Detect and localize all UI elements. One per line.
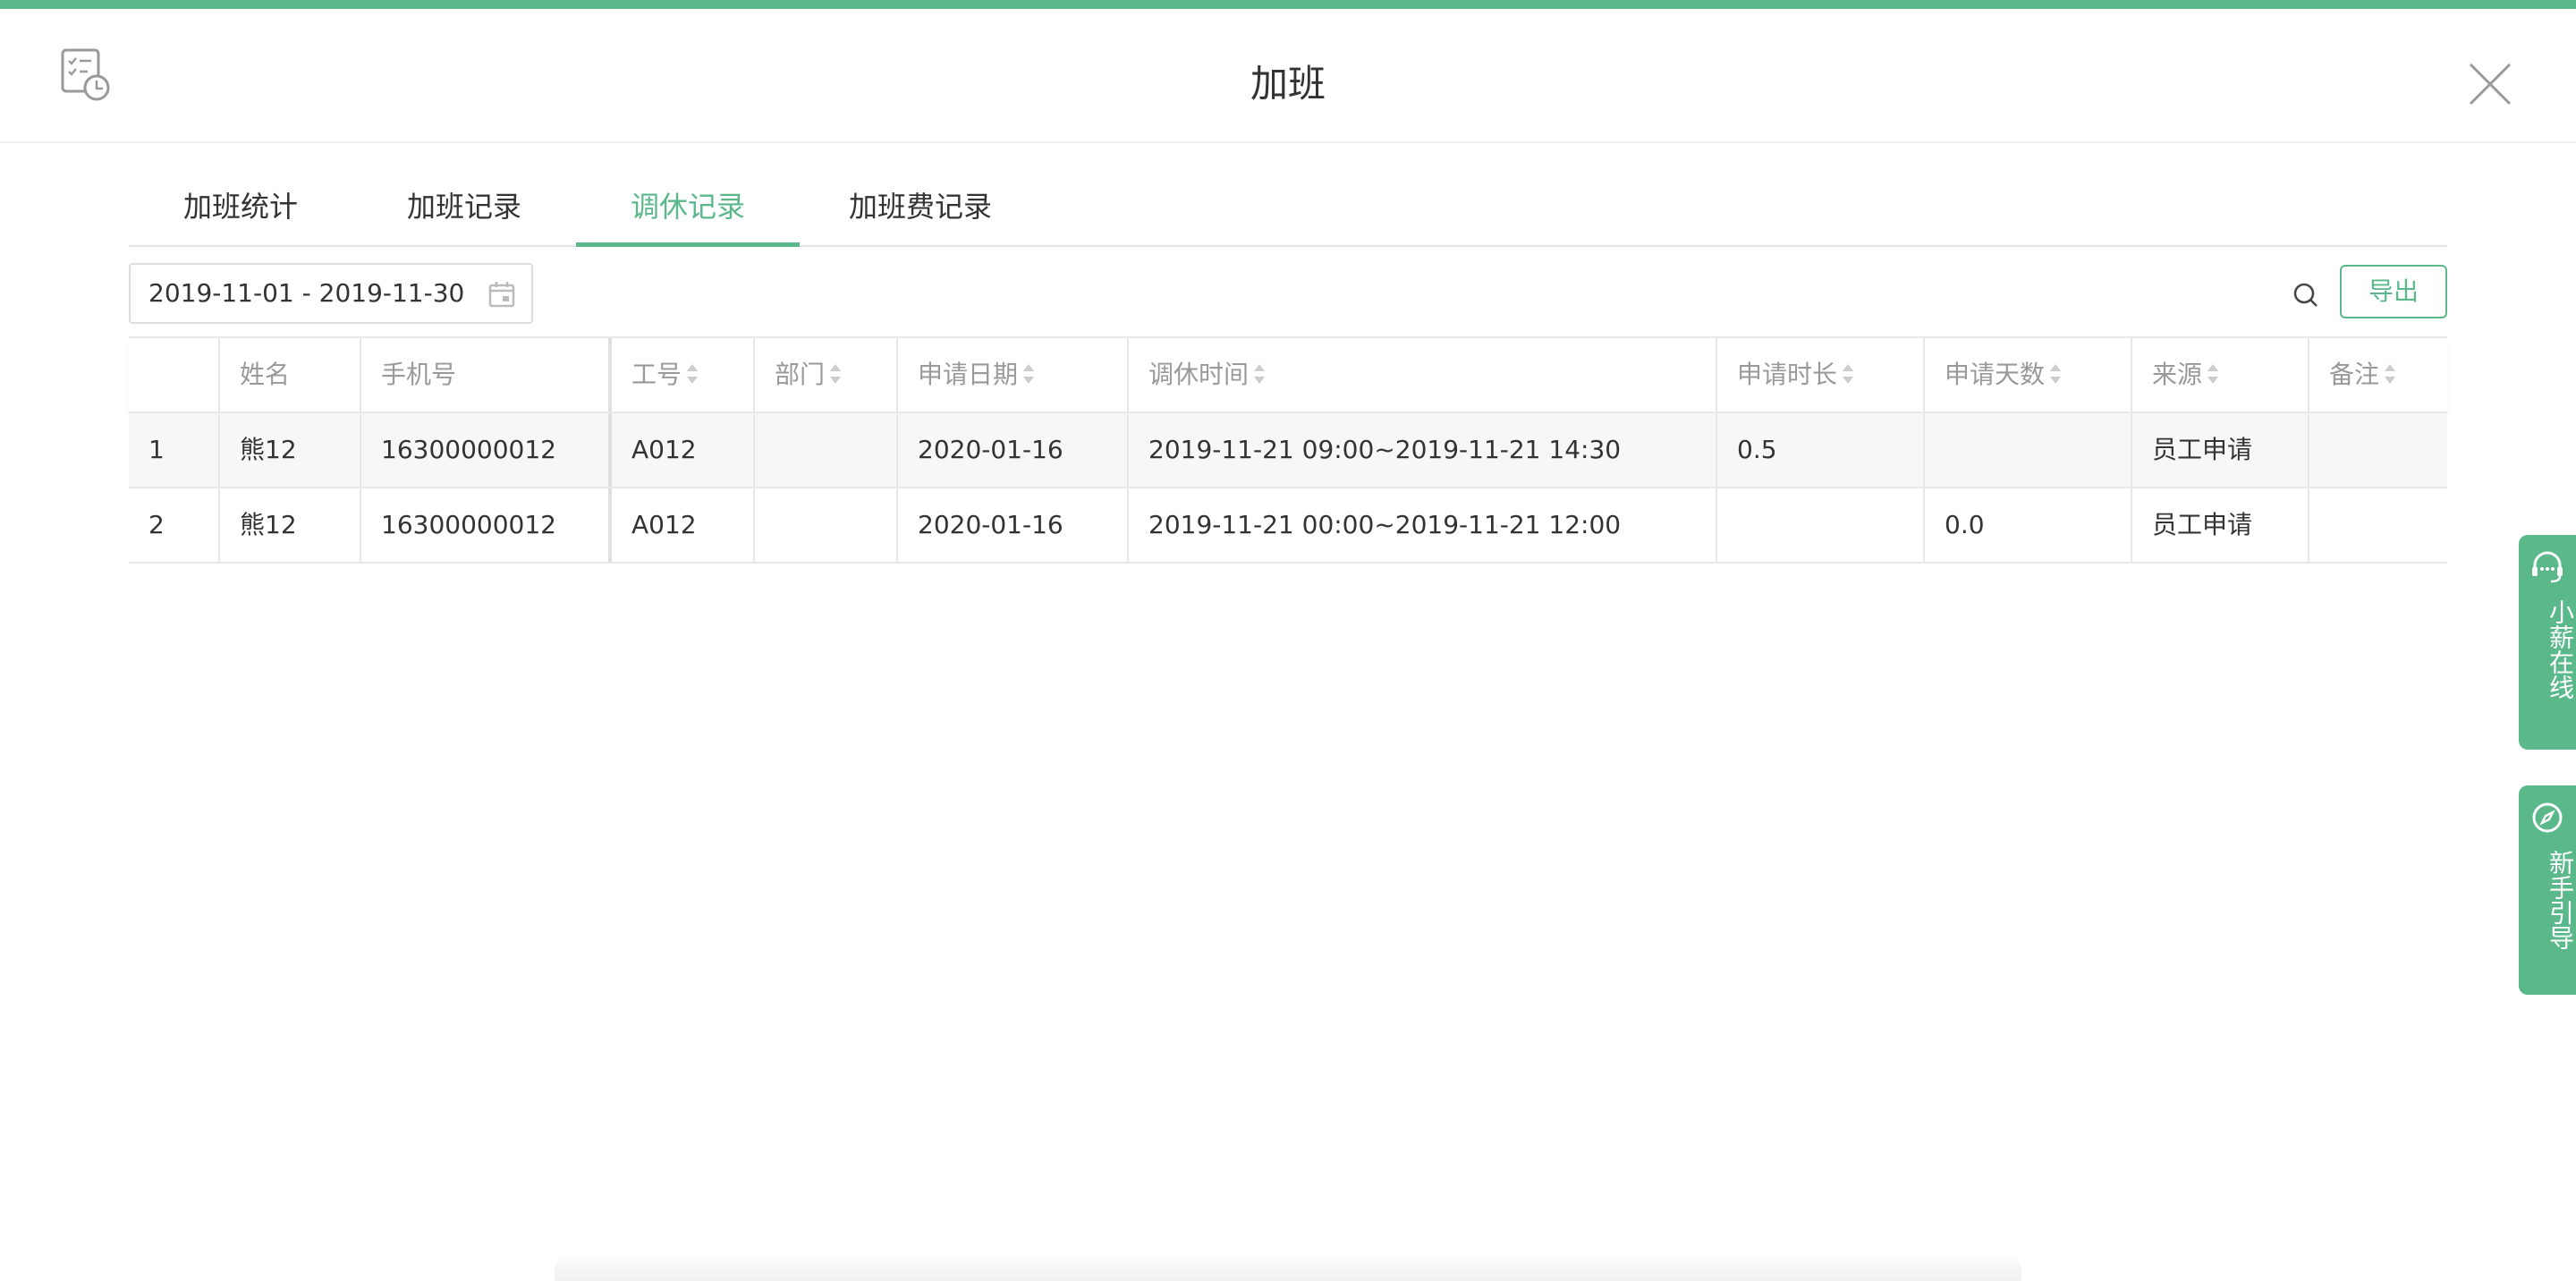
cell-name: 熊12 xyxy=(220,413,361,487)
column-header-label: 调休时间 xyxy=(1148,360,1250,389)
column-header-department[interactable]: 部门 xyxy=(755,338,898,411)
sort-icon[interactable] xyxy=(2048,361,2063,387)
column-header-leave-time[interactable]: 调休时间 xyxy=(1129,338,1717,411)
sort-icon[interactable] xyxy=(1841,361,1855,387)
tab-overtime-records[interactable]: 加班记录 xyxy=(352,175,576,247)
column-header-days[interactable]: 申请天数 xyxy=(1925,338,2132,411)
cell-index: 1 xyxy=(129,413,220,487)
tab-overtime-stats[interactable]: 加班统计 xyxy=(129,175,352,247)
date-range-value: 2019-11-01 - 2019-11-30 xyxy=(148,278,465,308)
leave-records-table: 姓名 手机号 工号 部门 申请日期 调休时间 申请时长 申请天数 来源 备注 1… xyxy=(129,336,2447,564)
cell-duration xyxy=(1717,488,1925,562)
cell-leave-time: 2019-11-21 00:00~2019-11-21 12:00 xyxy=(1129,488,1717,562)
cell-department xyxy=(755,488,898,562)
column-header-label: 姓名 xyxy=(240,360,291,389)
cell-phone: 16300000012 xyxy=(361,413,612,487)
cell-remark xyxy=(2309,488,2447,562)
sort-icon[interactable] xyxy=(1021,361,1036,387)
cell-apply-date: 2020-01-16 xyxy=(898,413,1129,487)
online-support-widget[interactable]: 小薪在线 xyxy=(2519,535,2576,750)
cell-apply-date: 2020-01-16 xyxy=(898,488,1129,562)
cell-employee-id: A012 xyxy=(612,413,755,487)
column-header-employee-id[interactable]: 工号 xyxy=(612,338,755,411)
column-header-label: 备注 xyxy=(2329,360,2380,389)
cell-remark xyxy=(2309,413,2447,487)
sort-icon[interactable] xyxy=(2383,361,2397,387)
column-header-label: 申请天数 xyxy=(1945,360,2046,389)
search-icon[interactable] xyxy=(2292,281,2320,310)
tab-leave-records[interactable]: 调休记录 xyxy=(576,175,800,247)
column-header-name: 姓名 xyxy=(220,338,361,411)
table-row[interactable]: 1 熊12 16300000012 A012 2020-01-16 2019-1… xyxy=(129,413,2447,488)
calendar-icon xyxy=(488,282,515,308)
online-support-label: 小薪在线 xyxy=(2546,599,2575,700)
cell-source: 员工申请 xyxy=(2132,413,2309,487)
cell-phone: 16300000012 xyxy=(361,488,612,562)
column-header-label: 申请日期 xyxy=(918,360,1019,389)
cell-days xyxy=(1925,413,2132,487)
close-icon[interactable] xyxy=(2467,61,2513,107)
beginner-guide-widget[interactable]: 新手引导 xyxy=(2519,785,2576,995)
column-header-label: 申请时长 xyxy=(1737,360,1838,389)
dialog-header: 加班 xyxy=(0,9,2576,143)
column-header-apply-date[interactable]: 申请日期 xyxy=(898,338,1129,411)
column-header-label: 手机号 xyxy=(381,360,457,389)
headset-chat-icon xyxy=(2532,551,2563,583)
column-header-remark[interactable]: 备注 xyxy=(2309,338,2447,411)
column-header-source[interactable]: 来源 xyxy=(2132,338,2309,411)
cell-index: 2 xyxy=(129,488,220,562)
column-header-phone: 手机号 xyxy=(361,338,612,411)
cell-name: 熊12 xyxy=(220,488,361,562)
column-header-index xyxy=(129,338,220,411)
sort-icon[interactable] xyxy=(828,361,843,387)
beginner-guide-label: 新手引导 xyxy=(2546,850,2575,950)
sort-icon[interactable] xyxy=(2206,361,2220,387)
sort-icon[interactable] xyxy=(1252,361,1267,387)
bottom-panel-shadow xyxy=(555,1252,2021,1281)
tab-overtime-pay-records[interactable]: 加班费记录 xyxy=(800,175,1041,247)
tab-bar: 加班统计 加班记录 调休记录 加班费记录 xyxy=(129,175,2447,247)
cell-leave-time: 2019-11-21 09:00~2019-11-21 14:30 xyxy=(1129,413,1717,487)
table-header-row: 姓名 手机号 工号 部门 申请日期 调休时间 申请时长 申请天数 来源 备注 xyxy=(129,336,2447,413)
top-accent-bar xyxy=(0,0,2576,9)
page-title: 加班 xyxy=(1250,62,1326,106)
compass-icon xyxy=(2532,802,2563,833)
cell-days: 0.0 xyxy=(1925,488,2132,562)
cell-duration: 0.5 xyxy=(1717,413,1925,487)
table-row[interactable]: 2 熊12 16300000012 A012 2020-01-16 2019-1… xyxy=(129,488,2447,564)
column-header-duration[interactable]: 申请时长 xyxy=(1717,338,1925,411)
date-range-picker[interactable]: 2019-11-01 - 2019-11-30 xyxy=(129,263,533,324)
column-header-label: 部门 xyxy=(775,360,826,389)
cell-department xyxy=(755,413,898,487)
cell-source: 员工申请 xyxy=(2132,488,2309,562)
column-header-label: 工号 xyxy=(631,360,682,389)
export-button[interactable]: 导出 xyxy=(2340,265,2447,318)
cell-employee-id: A012 xyxy=(612,488,755,562)
column-header-label: 来源 xyxy=(2152,360,2203,389)
sort-icon[interactable] xyxy=(685,361,699,387)
